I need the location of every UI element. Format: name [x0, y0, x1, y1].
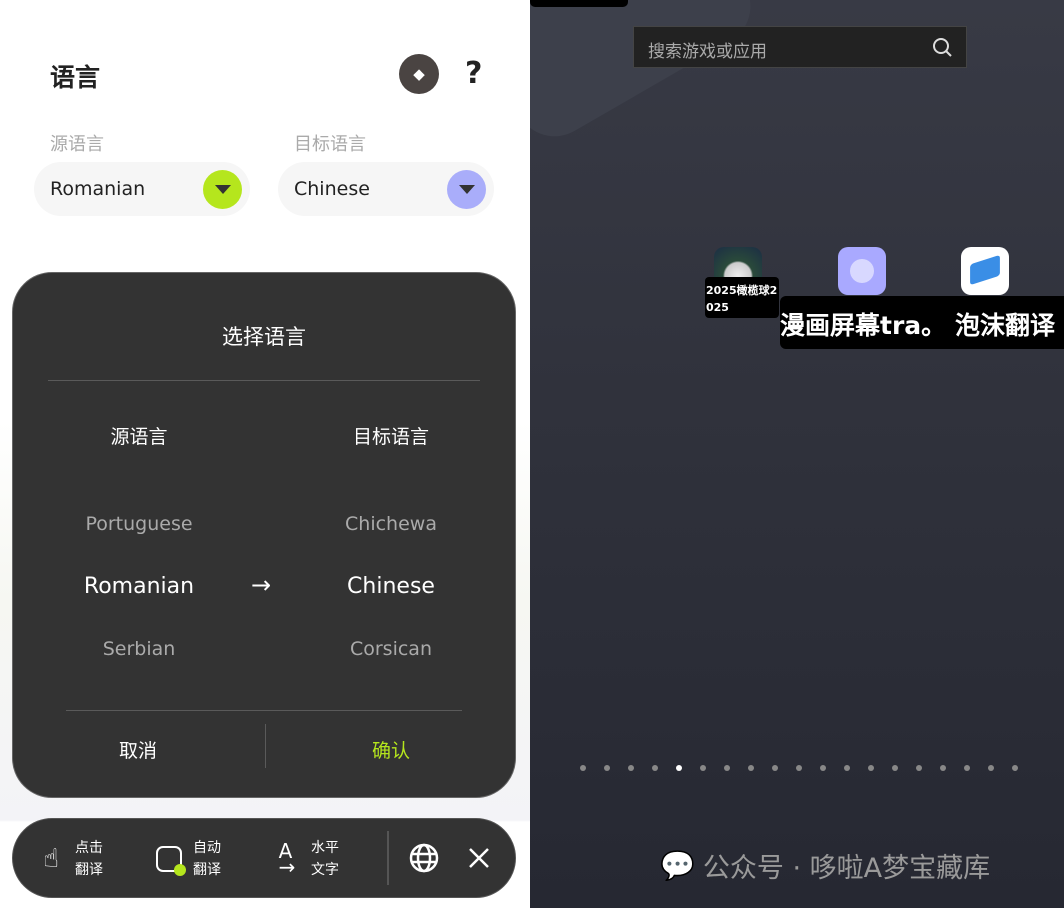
source-language-select[interactable]: Romanian: [34, 162, 250, 216]
globe-icon[interactable]: [409, 843, 439, 873]
search-input[interactable]: 搜索游戏或应用: [633, 26, 967, 68]
divider: [48, 380, 480, 381]
search-icon[interactable]: [932, 37, 952, 57]
floating-toolbar: ☝ 点击翻译 自动翻译 A → 水平文字: [12, 818, 516, 898]
source-option[interactable]: Serbian: [39, 638, 239, 660]
chevron-down-icon[interactable]: [447, 170, 486, 209]
label: 翻译: [75, 862, 103, 878]
page-dot[interactable]: [940, 765, 946, 771]
source-language-label: 源语言: [50, 134, 104, 155]
label: 自动: [193, 840, 221, 856]
page-dot[interactable]: [652, 765, 658, 771]
label: 点击: [75, 840, 103, 856]
divider: [387, 831, 389, 885]
bubble-translate-app-icon[interactable]: [961, 247, 1009, 295]
page-dot[interactable]: [604, 765, 610, 771]
cancel-button[interactable]: 取消: [38, 736, 238, 763]
target-option[interactable]: Chichewa: [291, 513, 491, 535]
source-header: 源语言: [110, 426, 168, 448]
help-icon[interactable]: ?: [465, 56, 482, 91]
chevron-down-icon[interactable]: [203, 170, 242, 209]
page-dot[interactable]: [988, 765, 994, 771]
page-dot[interactable]: [676, 765, 682, 771]
label: 翻译: [193, 862, 221, 878]
auto-translate-button[interactable]: 自动 翻译: [153, 837, 221, 881]
target-option-selected[interactable]: Chinese: [291, 574, 491, 599]
watermark-text: 公众号 · 哆啦A梦宝藏库: [702, 853, 991, 884]
manga-translate-app-icon[interactable]: [838, 247, 886, 295]
robot-icon: [153, 839, 186, 879]
page-dot[interactable]: [916, 765, 922, 771]
target-header: 目标语言: [352, 426, 429, 448]
app-label[interactable]: 漫画屏幕tra。: [780, 306, 946, 342]
page-dot[interactable]: [580, 765, 586, 771]
tap-icon: ☝: [43, 844, 59, 874]
target-language-label: 目标语言: [294, 134, 366, 155]
page-dot[interactable]: [964, 765, 970, 771]
source-option-selected[interactable]: Romanian: [39, 574, 239, 599]
select-language-dialog: 选择语言 源语言 目标语言 Portuguese Romanian Serbia…: [12, 272, 516, 798]
page-indicator[interactable]: [580, 765, 1018, 771]
page-dot[interactable]: [628, 765, 634, 771]
app-label[interactable]: 2025橄榄球2025: [705, 277, 779, 318]
watermark: 💬 公众号 · 哆啦A梦宝藏库: [660, 846, 990, 885]
page-dot[interactable]: [700, 765, 706, 771]
page-dot[interactable]: [820, 765, 826, 771]
target-language-value: Chinese: [294, 178, 370, 200]
divider: [265, 724, 266, 768]
arrow-right-icon: →: [251, 571, 272, 599]
wechat-icon: 💬: [660, 849, 695, 882]
close-icon[interactable]: [468, 847, 490, 869]
premium-diamond-icon[interactable]: ◆: [399, 54, 439, 94]
decorative-shape: [530, 0, 766, 151]
text-direction-icon: A →: [278, 839, 296, 879]
horizontal-text-button[interactable]: A → 水平文字: [271, 837, 339, 881]
page-dot[interactable]: [748, 765, 754, 771]
search-placeholder: 搜索游戏或应用: [648, 42, 767, 62]
confirm-button[interactable]: 确认: [291, 736, 491, 763]
tap-translate-button[interactable]: ☝ 点击翻译: [35, 837, 103, 881]
page-dot[interactable]: [868, 765, 874, 771]
page-dot[interactable]: [796, 765, 802, 771]
target-language-select[interactable]: Chinese: [278, 162, 494, 216]
language-panel: 语言 ◆ ? 源语言 目标语言 Romanian Chinese 选择语言 源语…: [0, 0, 530, 908]
app-label[interactable]: 泡沫翻译: [955, 306, 1055, 342]
source-option[interactable]: Portuguese: [39, 513, 239, 535]
dialog-title: 选择语言: [222, 325, 306, 349]
target-option[interactable]: Corsican: [291, 638, 491, 660]
launcher: 搜索游戏或应用 2025橄榄球2025 漫画屏幕tra。 泡沫翻译 💬 公众号 …: [530, 0, 1064, 908]
page-dot[interactable]: [772, 765, 778, 771]
tab-edge: [530, 0, 628, 7]
page-dot[interactable]: [1012, 765, 1018, 771]
panel-title: 语言: [50, 63, 101, 92]
source-language-value: Romanian: [50, 178, 146, 200]
page-dot[interactable]: [844, 765, 850, 771]
page-dot[interactable]: [724, 765, 730, 771]
label: 水平: [311, 840, 339, 856]
divider: [66, 710, 462, 711]
page-dot[interactable]: [892, 765, 898, 771]
label: 文字: [311, 862, 339, 878]
